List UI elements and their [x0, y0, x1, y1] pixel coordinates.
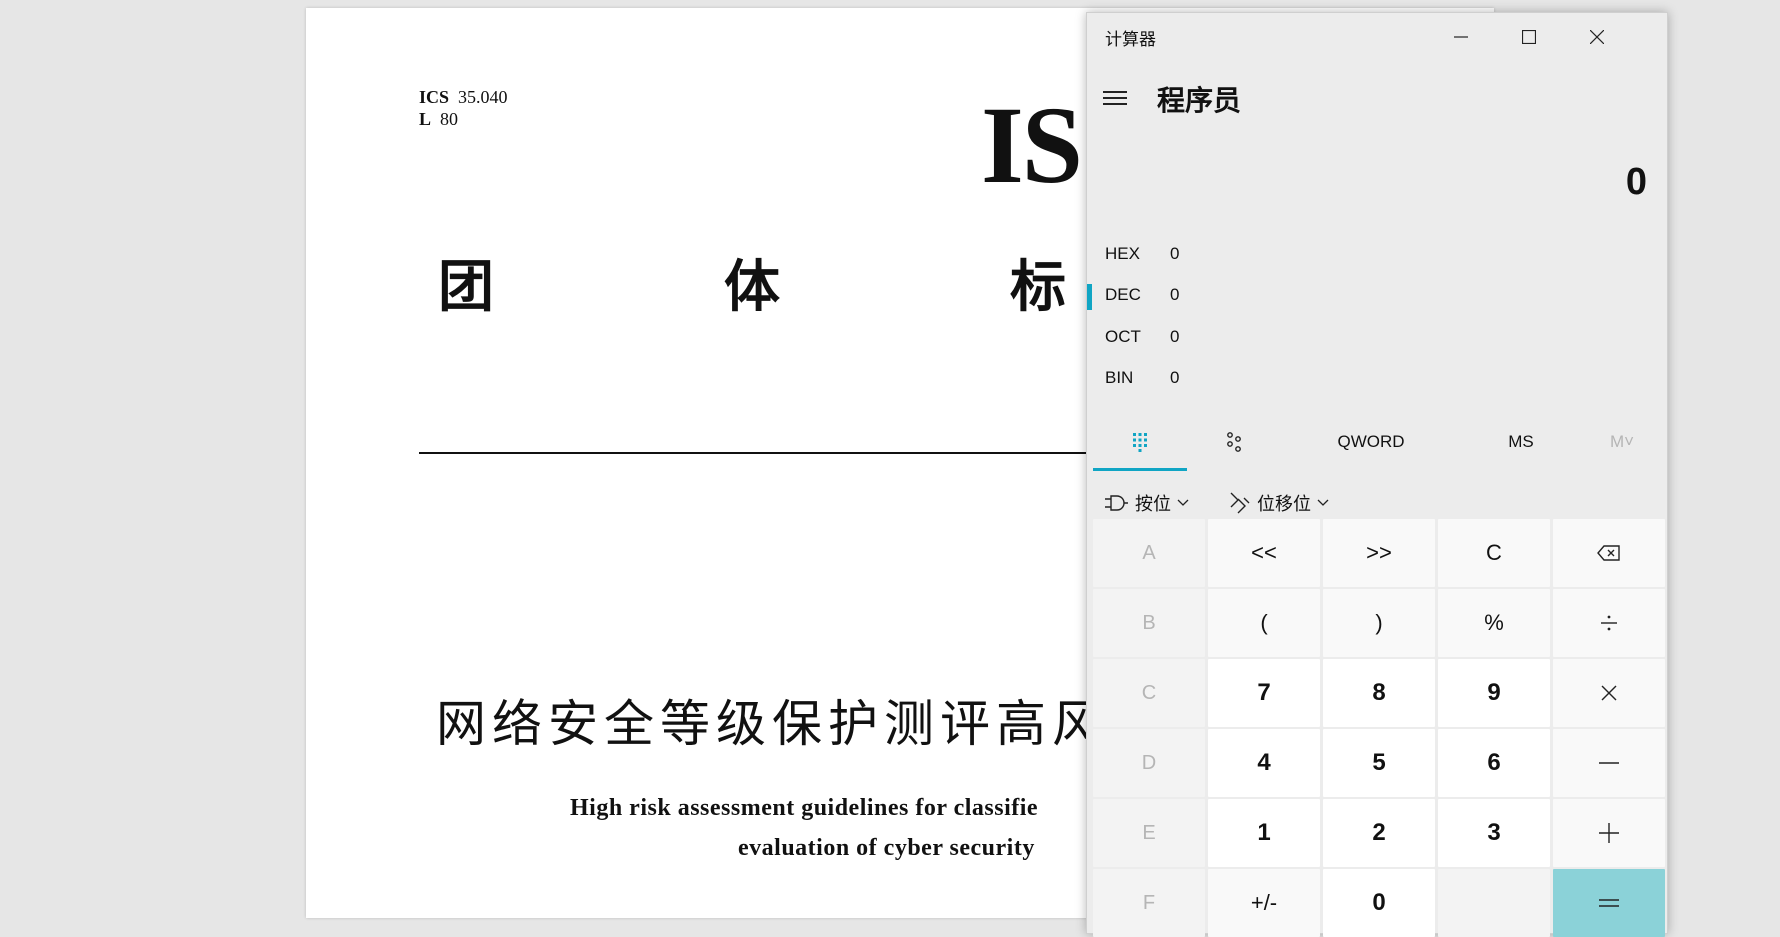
key-blank	[1438, 869, 1550, 937]
key-3[interactable]: 3	[1438, 799, 1550, 867]
radix-name: DEC	[1105, 285, 1141, 304]
key-8[interactable]: 8	[1323, 659, 1435, 727]
calculator-window: 计算器 程序员 0 HEX 0 DEC 0 OCT 0 BIN 0 QWORD …	[1086, 12, 1668, 937]
key-hex-c[interactable]: C	[1093, 659, 1205, 727]
chevron-down-icon	[1317, 499, 1329, 506]
key-rotate-right[interactable]: >>	[1323, 519, 1435, 587]
key-1[interactable]: 1	[1208, 799, 1320, 867]
chevron-down-icon	[1177, 499, 1189, 506]
maximize-icon	[1522, 30, 1536, 44]
document-title-cn: 网络安全等级保护测评高风	[436, 695, 1108, 753]
full-keypad-icon	[1133, 433, 1147, 452]
key-close-paren[interactable]: )	[1323, 589, 1435, 657]
radix-name: BIN	[1105, 368, 1134, 387]
key-divide[interactable]	[1553, 589, 1665, 657]
ics-code: ICS 35.040 L 80	[419, 87, 508, 129]
key-hex-d[interactable]: D	[1093, 729, 1205, 797]
memory-store-button[interactable]: MS	[1461, 413, 1581, 471]
key-hex-a[interactable]: A	[1093, 519, 1205, 587]
key-hex-b[interactable]: B	[1093, 589, 1205, 657]
plus-icon	[1599, 823, 1619, 843]
title-en-line1: High risk assessment guidelines for clas…	[570, 795, 1039, 821]
standard-code: IS	[981, 84, 1083, 206]
key-clear[interactable]: C	[1438, 519, 1550, 587]
title-bar[interactable]: 计算器	[1087, 13, 1667, 61]
bitwise-label: 按位	[1135, 494, 1171, 514]
tab-full-keypad[interactable]	[1093, 413, 1187, 471]
mode-title: 程序员	[1157, 85, 1242, 116]
maximize-button[interactable]	[1495, 13, 1563, 61]
logic-gate-icon	[1105, 495, 1128, 511]
navigation-menu-button[interactable]	[1103, 89, 1129, 107]
key-add[interactable]	[1553, 799, 1665, 867]
close-button[interactable]	[1563, 13, 1631, 61]
radix-oct-row[interactable]: OCT 0	[1087, 318, 1387, 356]
bit-toggle-keypad-icon	[1227, 432, 1241, 452]
key-hex-e[interactable]: E	[1093, 799, 1205, 867]
minimize-icon	[1454, 36, 1468, 38]
radix-value: 0	[1170, 368, 1180, 387]
window-title: 计算器	[1105, 30, 1156, 49]
key-2[interactable]: 2	[1323, 799, 1435, 867]
key-subtract[interactable]	[1553, 729, 1665, 797]
key-open-paren[interactable]: (	[1208, 589, 1320, 657]
radix-value: 0	[1170, 327, 1180, 346]
key-0[interactable]: 0	[1323, 869, 1435, 937]
bitshift-label: 位移位	[1257, 494, 1311, 514]
memory-list-button[interactable]: M˅	[1581, 413, 1663, 471]
key-modulo[interactable]: %	[1438, 589, 1550, 657]
key-backspace[interactable]	[1553, 519, 1665, 587]
group-standard-char-1: 团	[438, 255, 494, 320]
key-5[interactable]: 5	[1323, 729, 1435, 797]
divide-icon	[1601, 615, 1617, 631]
key-hex-f[interactable]: F	[1093, 869, 1205, 937]
radix-hex-row[interactable]: HEX 0	[1087, 235, 1387, 273]
minus-icon	[1599, 762, 1619, 764]
radix-dec-row[interactable]: DEC 0	[1087, 276, 1387, 314]
radix-value: 0	[1170, 285, 1180, 304]
radix-name: HEX	[1105, 244, 1140, 263]
bit-shift-icon	[1230, 492, 1250, 514]
equals-icon	[1599, 899, 1619, 907]
word-size-button[interactable]: QWORD	[1281, 413, 1461, 471]
tab-bit-toggle[interactable]	[1187, 413, 1281, 471]
radix-name: OCT	[1105, 327, 1141, 346]
keypad-mode-tabs: QWORD MS M˅	[1093, 413, 1663, 471]
key-negate[interactable]: +/-	[1208, 869, 1320, 937]
bitwise-dropdown[interactable]: 按位	[1103, 483, 1189, 523]
result-display: 0	[1625, 161, 1647, 203]
group-standard-char-2: 体	[724, 255, 780, 320]
key-multiply[interactable]	[1553, 659, 1665, 727]
key-4[interactable]: 4	[1208, 729, 1320, 797]
bitshift-dropdown[interactable]: 位移位	[1229, 483, 1329, 523]
selected-radix-indicator	[1087, 284, 1092, 310]
key-rotate-left[interactable]: <<	[1208, 519, 1320, 587]
radix-value: 0	[1170, 244, 1180, 263]
close-icon	[1590, 30, 1604, 44]
multiply-icon	[1601, 685, 1617, 701]
key-9[interactable]: 9	[1438, 659, 1550, 727]
backspace-icon	[1597, 545, 1620, 561]
key-7[interactable]: 7	[1208, 659, 1320, 727]
minimize-button[interactable]	[1427, 13, 1495, 61]
key-6[interactable]: 6	[1438, 729, 1550, 797]
group-standard-char-3: 标	[1010, 255, 1066, 320]
radix-bin-row[interactable]: BIN 0	[1087, 359, 1387, 397]
key-equals[interactable]	[1553, 869, 1665, 937]
